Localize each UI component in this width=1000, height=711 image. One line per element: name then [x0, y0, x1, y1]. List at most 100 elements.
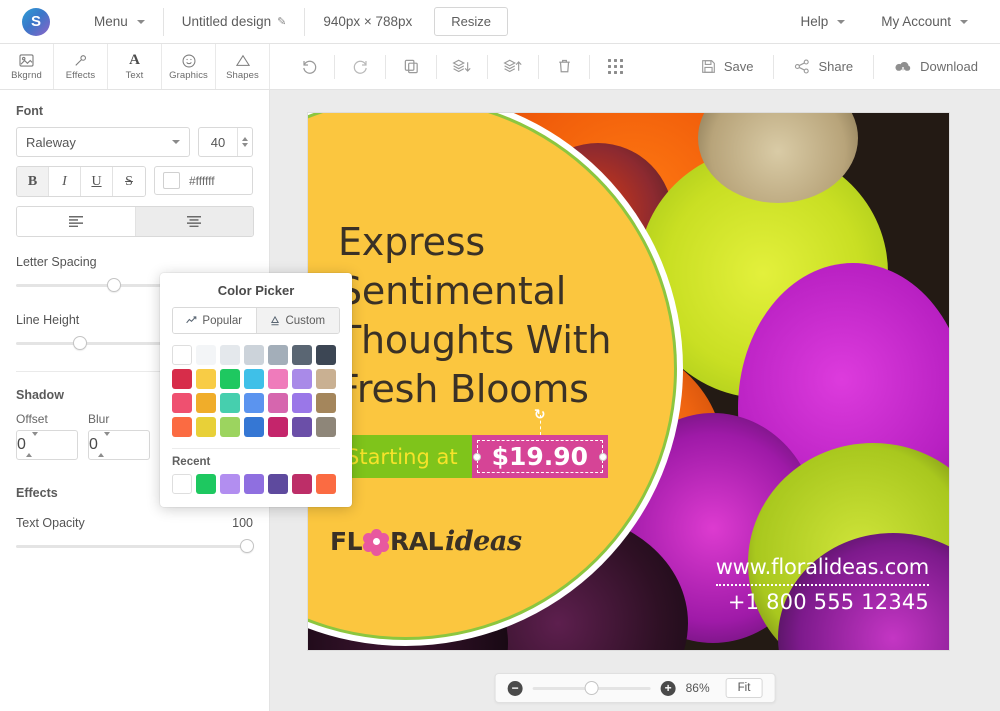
fit-button[interactable]: Fit [726, 678, 763, 698]
tool-tab-effects[interactable]: Effects [54, 44, 108, 89]
swatch[interactable] [316, 369, 336, 389]
shadow-blur-stepper[interactable]: 0 [88, 430, 150, 460]
resize-button[interactable]: Resize [434, 7, 508, 36]
price-value-element[interactable]: $19.90 ↻ [472, 435, 608, 478]
recent-swatch[interactable] [244, 474, 264, 494]
bold-button[interactable]: B [17, 167, 49, 196]
shadow-offset-stepper[interactable]: 0 [16, 430, 78, 460]
tab-custom[interactable]: Custom [256, 308, 340, 333]
contact-block[interactable]: www.floralideas.com +1 800 555 12345 [716, 555, 929, 614]
swatch[interactable] [220, 393, 240, 413]
undo-button[interactable] [284, 44, 334, 90]
tab-popular[interactable]: Popular [173, 308, 256, 333]
zoom-out-icon[interactable]: − [508, 681, 523, 696]
zoom-in-icon[interactable]: + [661, 681, 676, 696]
swatch[interactable] [292, 417, 312, 437]
slider-knob[interactable] [240, 539, 254, 553]
swatch[interactable] [316, 417, 336, 437]
recent-swatch[interactable] [268, 474, 288, 494]
chevron-down-icon[interactable] [32, 432, 38, 453]
font-size-stepper[interactable]: 40 [198, 127, 253, 157]
tool-tab-graphics[interactable]: Graphics [162, 44, 216, 89]
chevron-down-icon[interactable] [104, 432, 110, 453]
phone-text: +1 800 555 12345 [716, 590, 929, 614]
swatch[interactable] [196, 345, 216, 365]
save-button[interactable]: Save [681, 44, 774, 90]
send-backward-button[interactable] [437, 44, 487, 90]
swatch[interactable] [220, 369, 240, 389]
swatch[interactable] [268, 417, 288, 437]
font-family-select[interactable]: Raleway [16, 127, 190, 157]
pencil-icon[interactable]: ✎ [277, 15, 286, 28]
duplicate-button[interactable] [386, 44, 436, 90]
swatch[interactable] [292, 393, 312, 413]
swatch[interactable] [292, 345, 312, 365]
slider-knob[interactable] [585, 681, 599, 695]
tool-tab-text[interactable]: A Text [108, 44, 162, 89]
text-opacity-slider[interactable] [16, 536, 253, 556]
align-left-button[interactable] [17, 207, 136, 236]
swatch[interactable] [268, 345, 288, 365]
help-menu[interactable]: Help [782, 0, 863, 44]
slider-knob[interactable] [107, 278, 121, 292]
recent-swatch[interactable] [220, 474, 240, 494]
tool-tab-bkgrnd[interactable]: Bkgrnd [0, 44, 54, 89]
swatch[interactable] [196, 369, 216, 389]
account-menu[interactable]: My Account [863, 0, 986, 44]
underline-button[interactable]: U [81, 167, 113, 196]
strikethrough-button[interactable]: S [113, 167, 145, 196]
swatch[interactable] [196, 393, 216, 413]
chevron-up-icon[interactable] [98, 436, 104, 457]
swatch[interactable] [268, 369, 288, 389]
tool-tab-shapes[interactable]: Shapes [216, 44, 270, 89]
chevron-up-icon[interactable] [26, 436, 32, 457]
zoom-slider[interactable] [533, 681, 651, 695]
body-wrapper: Font Raleway 40 B I U S [0, 90, 1000, 711]
canvas-area[interactable]: Express Sentimental Thoughts With Fresh … [270, 90, 1000, 711]
swatch[interactable] [220, 417, 240, 437]
text-color-field[interactable]: #ffffff [154, 166, 253, 195]
shadow-blur-arrows[interactable] [98, 436, 110, 454]
brand-logo[interactable]: FL RAL ideas [330, 526, 522, 557]
slider-knob[interactable] [73, 336, 87, 350]
swatch[interactable] [292, 369, 312, 389]
bring-forward-button[interactable] [488, 44, 538, 90]
swatch[interactable] [244, 369, 264, 389]
shadow-offset-arrows[interactable] [26, 436, 38, 454]
swatch[interactable] [316, 345, 336, 365]
delete-button[interactable] [539, 44, 589, 90]
color-picker-popup[interactable]: Color Picker Popular [160, 273, 352, 507]
italic-button[interactable]: I [49, 167, 81, 196]
resize-handle-right[interactable] [599, 453, 607, 461]
chevron-down-icon[interactable] [242, 143, 248, 147]
swatch[interactable] [316, 393, 336, 413]
app-logo[interactable]: S [22, 8, 50, 36]
swatch[interactable] [220, 345, 240, 365]
swatch[interactable] [172, 369, 192, 389]
chevron-up-icon[interactable] [242, 137, 248, 141]
align-center-button[interactable] [136, 207, 254, 236]
recent-swatch[interactable] [172, 474, 192, 494]
swatch[interactable] [244, 393, 264, 413]
headline-text[interactable]: Express Sentimental Thoughts With Fresh … [338, 218, 668, 414]
recent-swatch[interactable] [196, 474, 216, 494]
share-button[interactable]: Share [774, 44, 873, 90]
font-size-arrows[interactable] [237, 128, 252, 156]
download-button[interactable]: Download [874, 44, 1000, 90]
swatch[interactable] [196, 417, 216, 437]
recent-swatch[interactable] [316, 474, 336, 494]
grid-button[interactable] [590, 44, 640, 90]
swatch[interactable] [244, 417, 264, 437]
redo-button[interactable] [335, 44, 385, 90]
rotate-handle-icon[interactable]: ↻ [532, 407, 548, 423]
resize-handle-left[interactable] [473, 453, 481, 461]
recent-swatch[interactable] [292, 474, 312, 494]
swatch[interactable] [172, 393, 192, 413]
swatch[interactable] [268, 393, 288, 413]
menu-button[interactable]: Menu [76, 0, 163, 44]
swatch[interactable] [244, 345, 264, 365]
swatch[interactable] [172, 345, 192, 365]
swatch[interactable] [172, 417, 192, 437]
design-title[interactable]: Untitled design ✎ [164, 0, 305, 44]
artboard[interactable]: Express Sentimental Thoughts With Fresh … [308, 113, 949, 650]
